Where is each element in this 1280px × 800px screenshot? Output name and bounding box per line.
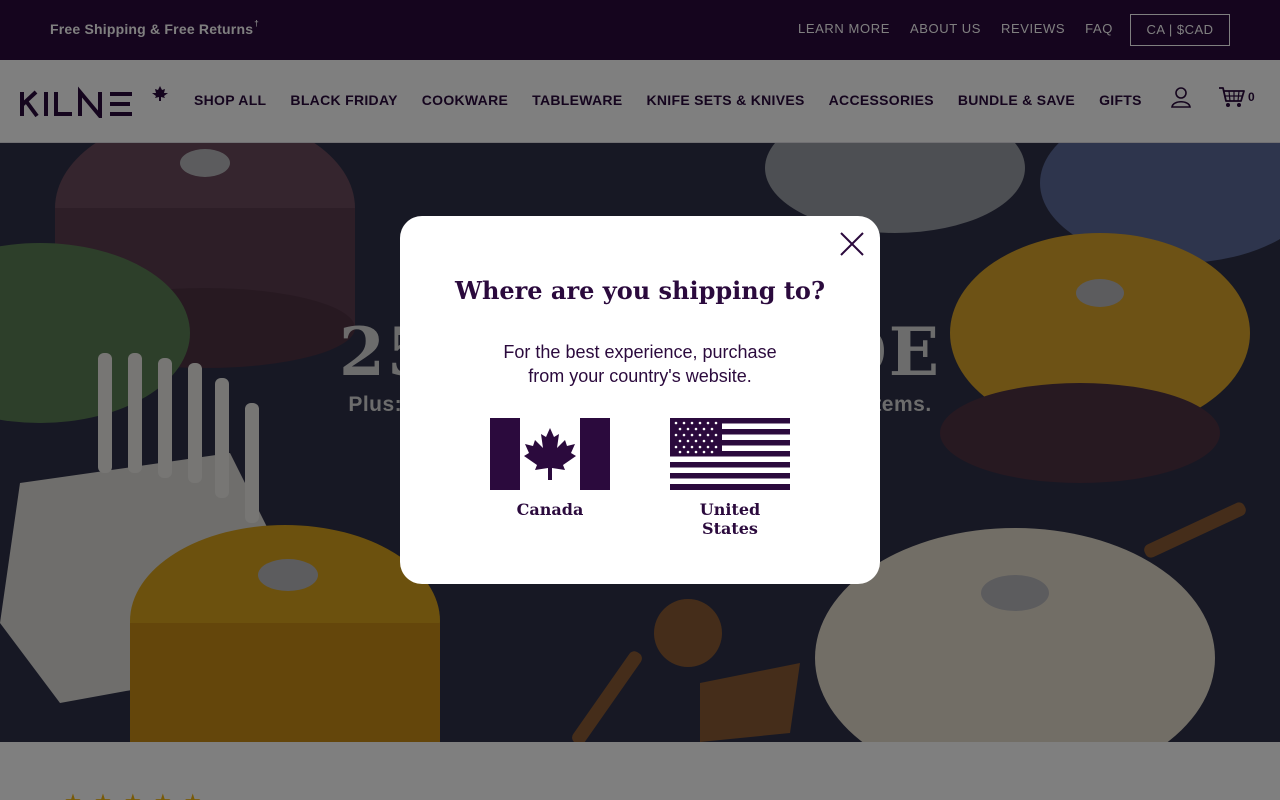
modal-title: Where are you shipping to? — [454, 276, 826, 305]
us-flag-icon — [670, 418, 790, 490]
canada-option[interactable]: Canada — [490, 418, 610, 519]
modal-description-line-1: For the best experience, purchase — [503, 342, 777, 362]
modal-description-line-2: from your country's website. — [528, 366, 752, 386]
canada-flag-icon — [490, 418, 610, 490]
close-icon[interactable] — [838, 230, 866, 258]
modal-description: For the best experience, purchase from y… — [480, 340, 800, 388]
united-states-option[interactable]: United States — [670, 418, 790, 538]
canada-label: Canada — [516, 500, 584, 519]
united-states-label: United States — [699, 500, 761, 538]
country-selector-modal: Where are you shipping to? For the best … — [400, 216, 880, 584]
